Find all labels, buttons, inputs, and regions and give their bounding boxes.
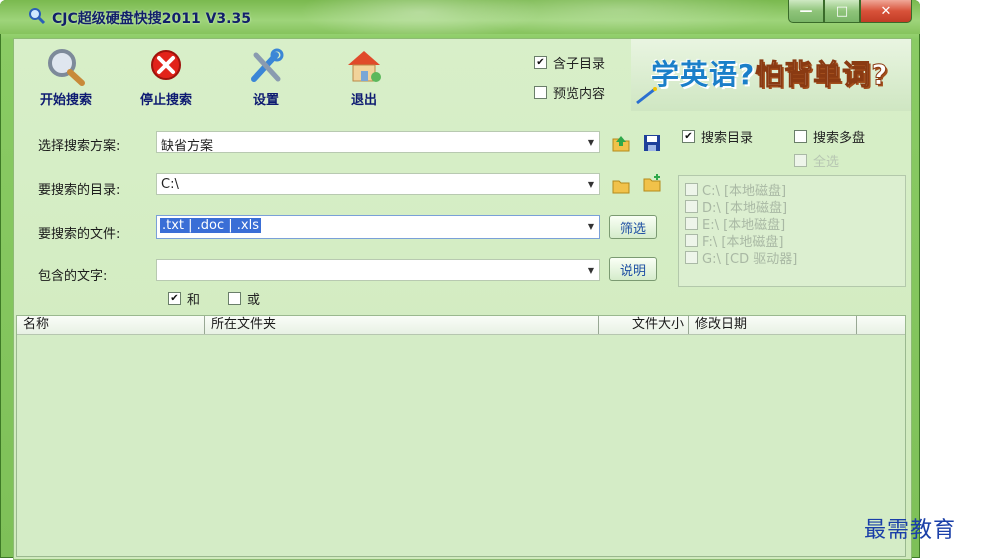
checkbox-box xyxy=(685,217,698,230)
and-label: 和 xyxy=(187,293,201,308)
settings-label: 设置 xyxy=(252,93,279,108)
or-checkbox[interactable]: 或 xyxy=(228,289,260,308)
column-header-size[interactable]: 文件大小 xyxy=(599,316,689,334)
client-area: 开始搜索 停止搜索 设置 退出 ✔ 含子目录 预览内容 学英语?怕背单词? 选择… xyxy=(13,38,912,560)
ad-banner[interactable]: 学英语?怕背单词? xyxy=(631,39,911,111)
toolbar: 开始搜索 停止搜索 设置 退出 ✔ 含子目录 预览内容 学英语?怕背单词? xyxy=(14,39,911,111)
drive-list: C:\ [本地磁盘] D:\ [本地磁盘] E:\ [本地磁盘] F:\ [本地… xyxy=(678,175,906,287)
column-header-name[interactable]: 名称 xyxy=(17,316,205,334)
stop-search-label: 停止搜索 xyxy=(139,93,192,108)
include-subdirs-checkbox[interactable]: ✔ 含子目录 xyxy=(534,53,605,72)
results-list[interactable]: 名称 所在文件夹 文件大小 修改日期 xyxy=(16,315,906,557)
watermark: 最需教育 xyxy=(864,518,957,543)
checkbox-box: ✔ xyxy=(168,292,181,305)
window-controls: — □ ✕ xyxy=(788,0,912,24)
pencil-icon xyxy=(636,87,657,105)
select-all-checkbox[interactable]: 全选 xyxy=(794,151,839,170)
filter-button[interactable]: 筛选 xyxy=(609,215,657,239)
banner-part1: 学英语? xyxy=(651,58,756,91)
exit-button[interactable]: 退出 xyxy=(324,41,404,108)
folder-add-icon[interactable] xyxy=(642,173,662,193)
banner-text: 学英语?怕背单词? xyxy=(651,53,889,93)
search-multi-checkbox[interactable]: 搜索多盘 xyxy=(794,127,865,146)
drive-item[interactable]: G:\ [CD 驱动器] xyxy=(685,248,797,267)
checkbox-box xyxy=(685,183,698,196)
drive-label: G:\ [CD 驱动器] xyxy=(702,252,798,267)
save-icon[interactable] xyxy=(642,133,662,153)
text-combo[interactable]: ▼ xyxy=(156,259,600,281)
scheme-combo[interactable]: 缺省方案 ▼ xyxy=(156,131,600,154)
close-button[interactable]: ✕ xyxy=(860,0,912,23)
banner-part2: 怕背单词? xyxy=(755,58,889,92)
and-checkbox[interactable]: ✔ 和 xyxy=(168,289,200,308)
window-title: CJC超级硬盘快搜2011 V3.35 xyxy=(52,11,251,27)
checkbox-box xyxy=(534,86,547,99)
house-icon xyxy=(348,51,381,82)
maximize-button[interactable]: □ xyxy=(824,0,860,23)
include-subdirs-label: 含子目录 xyxy=(553,57,606,72)
files-combo[interactable]: .txt | .doc | .xls ▼ xyxy=(156,215,600,239)
folder-open-icon[interactable] xyxy=(611,175,631,195)
start-search-button[interactable]: 开始搜索 xyxy=(26,41,106,108)
checkbox-box: ✔ xyxy=(534,56,547,69)
help-button[interactable]: 说明 xyxy=(609,257,657,281)
checkbox-box xyxy=(228,292,241,305)
directory-value: C:\ xyxy=(161,177,179,192)
stop-icon xyxy=(151,50,181,80)
preview-content-label: 预览内容 xyxy=(553,87,606,102)
scheme-label: 选择搜索方案: xyxy=(38,139,121,154)
start-search-label: 开始搜索 xyxy=(39,93,92,108)
exit-label: 退出 xyxy=(350,93,377,108)
column-header-folder[interactable]: 所在文件夹 xyxy=(205,316,599,334)
settings-button[interactable]: 设置 xyxy=(226,41,306,108)
app-window: CJC超级硬盘快搜2011 V3.35 — □ ✕ 开始搜索 停止搜索 设置 退… xyxy=(0,0,920,560)
dropdown-arrow-icon[interactable]: ▼ xyxy=(583,174,599,194)
dropdown-arrow-icon[interactable]: ▼ xyxy=(583,132,599,152)
search-dir-label: 搜索目录 xyxy=(701,131,754,146)
column-header-date[interactable]: 修改日期 xyxy=(689,316,857,334)
tools-icon xyxy=(251,48,284,82)
dropdown-arrow-icon[interactable]: ▼ xyxy=(583,216,599,236)
dropdown-arrow-icon[interactable]: ▼ xyxy=(583,260,599,280)
checkbox-box: ✔ xyxy=(682,130,695,143)
search-dir-checkbox[interactable]: ✔ 搜索目录 xyxy=(682,127,753,146)
title-bar[interactable]: CJC超级硬盘快搜2011 V3.35 — □ ✕ xyxy=(0,0,920,34)
stop-search-button[interactable]: 停止搜索 xyxy=(126,41,206,108)
directory-combo[interactable]: C:\ ▼ xyxy=(156,173,600,195)
checkbox-box xyxy=(685,200,698,213)
checkbox-box xyxy=(685,251,698,264)
results-header: 名称 所在文件夹 文件大小 修改日期 xyxy=(17,316,905,335)
checkbox-box xyxy=(685,234,698,247)
files-value: .txt | .doc | .xls xyxy=(160,218,262,233)
scheme-value: 缺省方案 xyxy=(161,139,214,154)
checkbox-box xyxy=(794,154,807,167)
or-label: 或 xyxy=(247,293,261,308)
select-all-label: 全选 xyxy=(813,155,840,170)
files-label: 要搜索的文件: xyxy=(38,227,121,242)
magnifier-icon xyxy=(48,49,85,86)
magnifier-icon xyxy=(29,8,46,25)
preview-content-checkbox[interactable]: 预览内容 xyxy=(534,83,605,102)
search-multi-label: 搜索多盘 xyxy=(813,131,866,146)
folder-up-icon[interactable] xyxy=(611,133,631,153)
minimize-button[interactable]: — xyxy=(788,0,824,23)
checkbox-box xyxy=(794,130,807,143)
directory-label: 要搜索的目录: xyxy=(38,183,121,198)
text-label: 包含的文字: xyxy=(38,269,108,284)
